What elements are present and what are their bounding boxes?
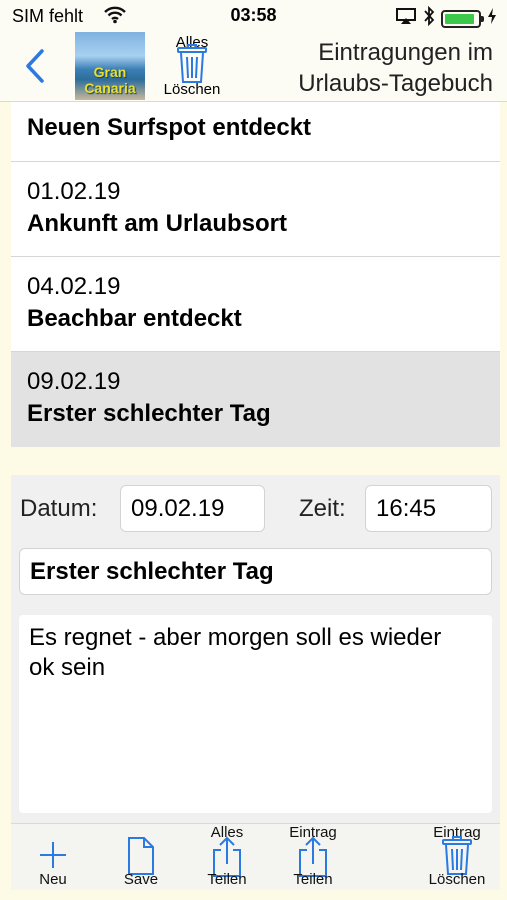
destination-thumbnail[interactable]: Gran Canaria (75, 32, 145, 100)
document-icon (128, 837, 154, 875)
note-textarea[interactable]: Es regnet - aber morgen soll es wieder o… (19, 615, 492, 813)
save-label: Save (123, 871, 159, 888)
new-button[interactable]: Neu (27, 824, 79, 891)
entry-title: Beachbar entdeckt (27, 305, 242, 332)
share-all-label-bottom: Teilen (207, 871, 247, 888)
entry-date: 04.02.19 (27, 273, 121, 300)
nav-bar: Gran Canaria Alles Löschen Eintragungen … (0, 32, 507, 102)
entry-title: Erster schlechter Tag (27, 400, 271, 427)
bluetooth-icon (423, 5, 435, 31)
trash-icon (442, 836, 472, 875)
date-field[interactable]: 09.02.19 (120, 485, 265, 532)
chevron-left-icon (26, 49, 44, 83)
delete-all-label-bottom: Löschen (163, 81, 221, 98)
airplay-icon (395, 7, 417, 30)
list-item[interactable]: 04.02.19 Beachbar entdeckt (11, 257, 500, 352)
share-entry-label-bottom: Teilen (293, 871, 333, 888)
share-entry-button[interactable]: Eintrag Teilen (277, 824, 349, 891)
list-item[interactable]: Neuen Surfspot entdeckt (11, 102, 500, 162)
list-item[interactable]: 01.02.19 Ankunft am Urlaubsort (11, 162, 500, 257)
title-field[interactable]: Erster schlechter Tag (19, 548, 492, 595)
entry-title: Ankunft am Urlaubsort (27, 210, 288, 237)
plus-icon (40, 842, 66, 868)
status-bar: SIM fehlt 03:58 (0, 0, 507, 32)
time-label: Zeit: (299, 495, 346, 522)
note-line: ok sein (29, 654, 106, 681)
delete-entry-button[interactable]: Eintrag Löschen (419, 824, 495, 891)
entry-date: 01.02.19 (27, 178, 121, 205)
time-field[interactable]: 16:45 (365, 485, 492, 532)
share-all-button[interactable]: Alles Teilen (197, 824, 257, 891)
trash-icon (177, 44, 207, 83)
entry-date: 09.02.19 (27, 368, 121, 395)
page-title-line1: Eintragungen im (318, 39, 493, 66)
battery-icon (441, 9, 484, 28)
new-label: Neu (39, 871, 67, 888)
note-line: Es regnet - aber morgen soll es wieder (29, 624, 442, 651)
page-title: Eintragungen im Urlaubs-Tagebuch (298, 37, 493, 99)
page-title-line2: Urlaubs-Tagebuch (298, 70, 493, 97)
thumbnail-text-line1: Gran (93, 64, 127, 80)
date-label: Datum: (20, 495, 98, 522)
entry-list: Neuen Surfspot entdeckt 01.02.19 Ankunft… (11, 102, 500, 447)
thumbnail-text-line2: Canaria (84, 80, 136, 96)
battery-level (445, 13, 474, 24)
delete-entry-label-bottom: Löschen (428, 871, 486, 888)
charging-icon (487, 7, 497, 30)
save-button[interactable]: Save (115, 824, 167, 891)
entry-title: Neuen Surfspot entdeckt (27, 114, 312, 141)
bottom-toolbar: Neu Save Alles Teilen Eintrag Teilen Ein… (11, 823, 500, 890)
entry-edit-form: Datum: 09.02.19 Zeit: 16:45 Erster schle… (11, 475, 500, 823)
delete-all-button[interactable]: Alles Löschen (156, 32, 228, 100)
back-button[interactable] (22, 46, 52, 86)
list-item-selected[interactable]: 09.02.19 Erster schlechter Tag (11, 352, 500, 447)
